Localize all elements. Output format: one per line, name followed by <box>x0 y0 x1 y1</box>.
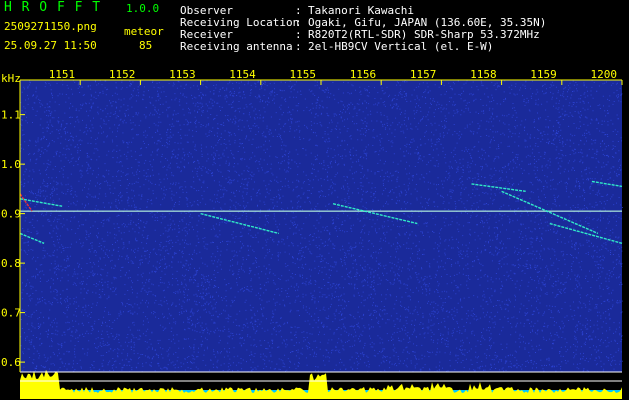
y-tick-label-0.7: 0.7 <box>1 307 21 320</box>
y-tick-label-1.0: 1.0 <box>1 158 21 171</box>
y-axis-unit: kHz <box>1 72 21 85</box>
y-tick-label-0.9: 0.9 <box>1 208 21 221</box>
x-tick-label-1158: 1158 <box>470 68 497 81</box>
x-tick-label-1154: 1154 <box>229 68 256 81</box>
spectrogram: kHz 1.1 1.0 0.9 0.8 0.7 0.6 1151 1152 1153 1154 115… <box>1 68 623 399</box>
x-tick-label-1151: 1151 <box>49 68 76 81</box>
x-tick-label-1153: 1153 <box>169 68 196 81</box>
y-tick-label-0.6: 0.6 <box>1 356 21 369</box>
x-tick-label-1200: 1200 <box>591 68 618 81</box>
x-tick-label-1155: 1155 <box>290 68 317 81</box>
spectrogram-background <box>20 80 622 372</box>
x-tick-label-1159: 1159 <box>530 68 557 81</box>
x-tick-label-1157: 1157 <box>410 68 437 81</box>
x-tick-label-1152: 1152 <box>109 68 136 81</box>
y-tick-label-0.8: 0.8 <box>1 257 21 270</box>
x-tick-label-1156: 1156 <box>350 68 377 81</box>
y-tick-label-1.1: 1.1 <box>1 109 21 122</box>
